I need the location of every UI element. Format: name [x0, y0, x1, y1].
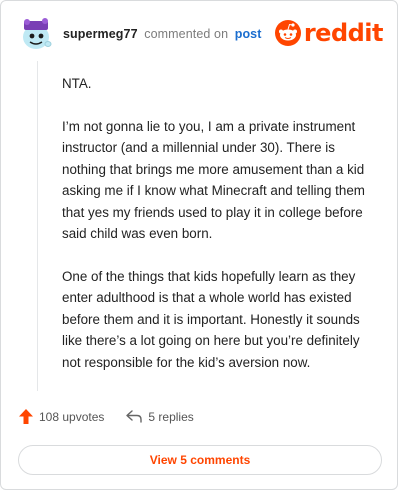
upvote-arrow-icon: [19, 409, 33, 424]
reply-count: 5 replies: [148, 409, 194, 424]
post-link[interactable]: post: [235, 27, 262, 41]
comment-actions: 108 upvotes 5 replies: [19, 409, 194, 424]
reddit-logo[interactable]: reddit: [274, 19, 384, 47]
upvote-count: 108 upvotes: [39, 409, 105, 424]
reply-arrow-icon: [126, 410, 143, 423]
upvote-button[interactable]: 108 upvotes: [19, 409, 104, 424]
comment-paragraph: I’m not gonna lie to you, I am a private…: [62, 118, 365, 242]
thread-line[interactable]: [37, 61, 38, 391]
commented-on-text: commented on: [144, 27, 229, 41]
comment-paragraph: One of the things that kids hopefully le…: [62, 268, 360, 370]
view-comments-button[interactable]: View 5 comments: [18, 445, 382, 475]
comment-card: supermeg77 commented on post reddit NTA.…: [0, 0, 398, 490]
avatar[interactable]: [19, 15, 55, 53]
username[interactable]: supermeg77: [63, 27, 138, 41]
reddit-wordmark: reddit: [303, 19, 384, 47]
reddit-snoo-icon: [274, 20, 301, 46]
replies-button[interactable]: 5 replies: [126, 409, 194, 424]
comment-header: supermeg77 commented on post: [63, 27, 262, 41]
comment-paragraph: NTA.: [62, 76, 92, 91]
snoo-avatar-icon: [23, 18, 52, 49]
comment-body: NTA. I’m not gonna lie to you, I am a pr…: [62, 73, 372, 394]
